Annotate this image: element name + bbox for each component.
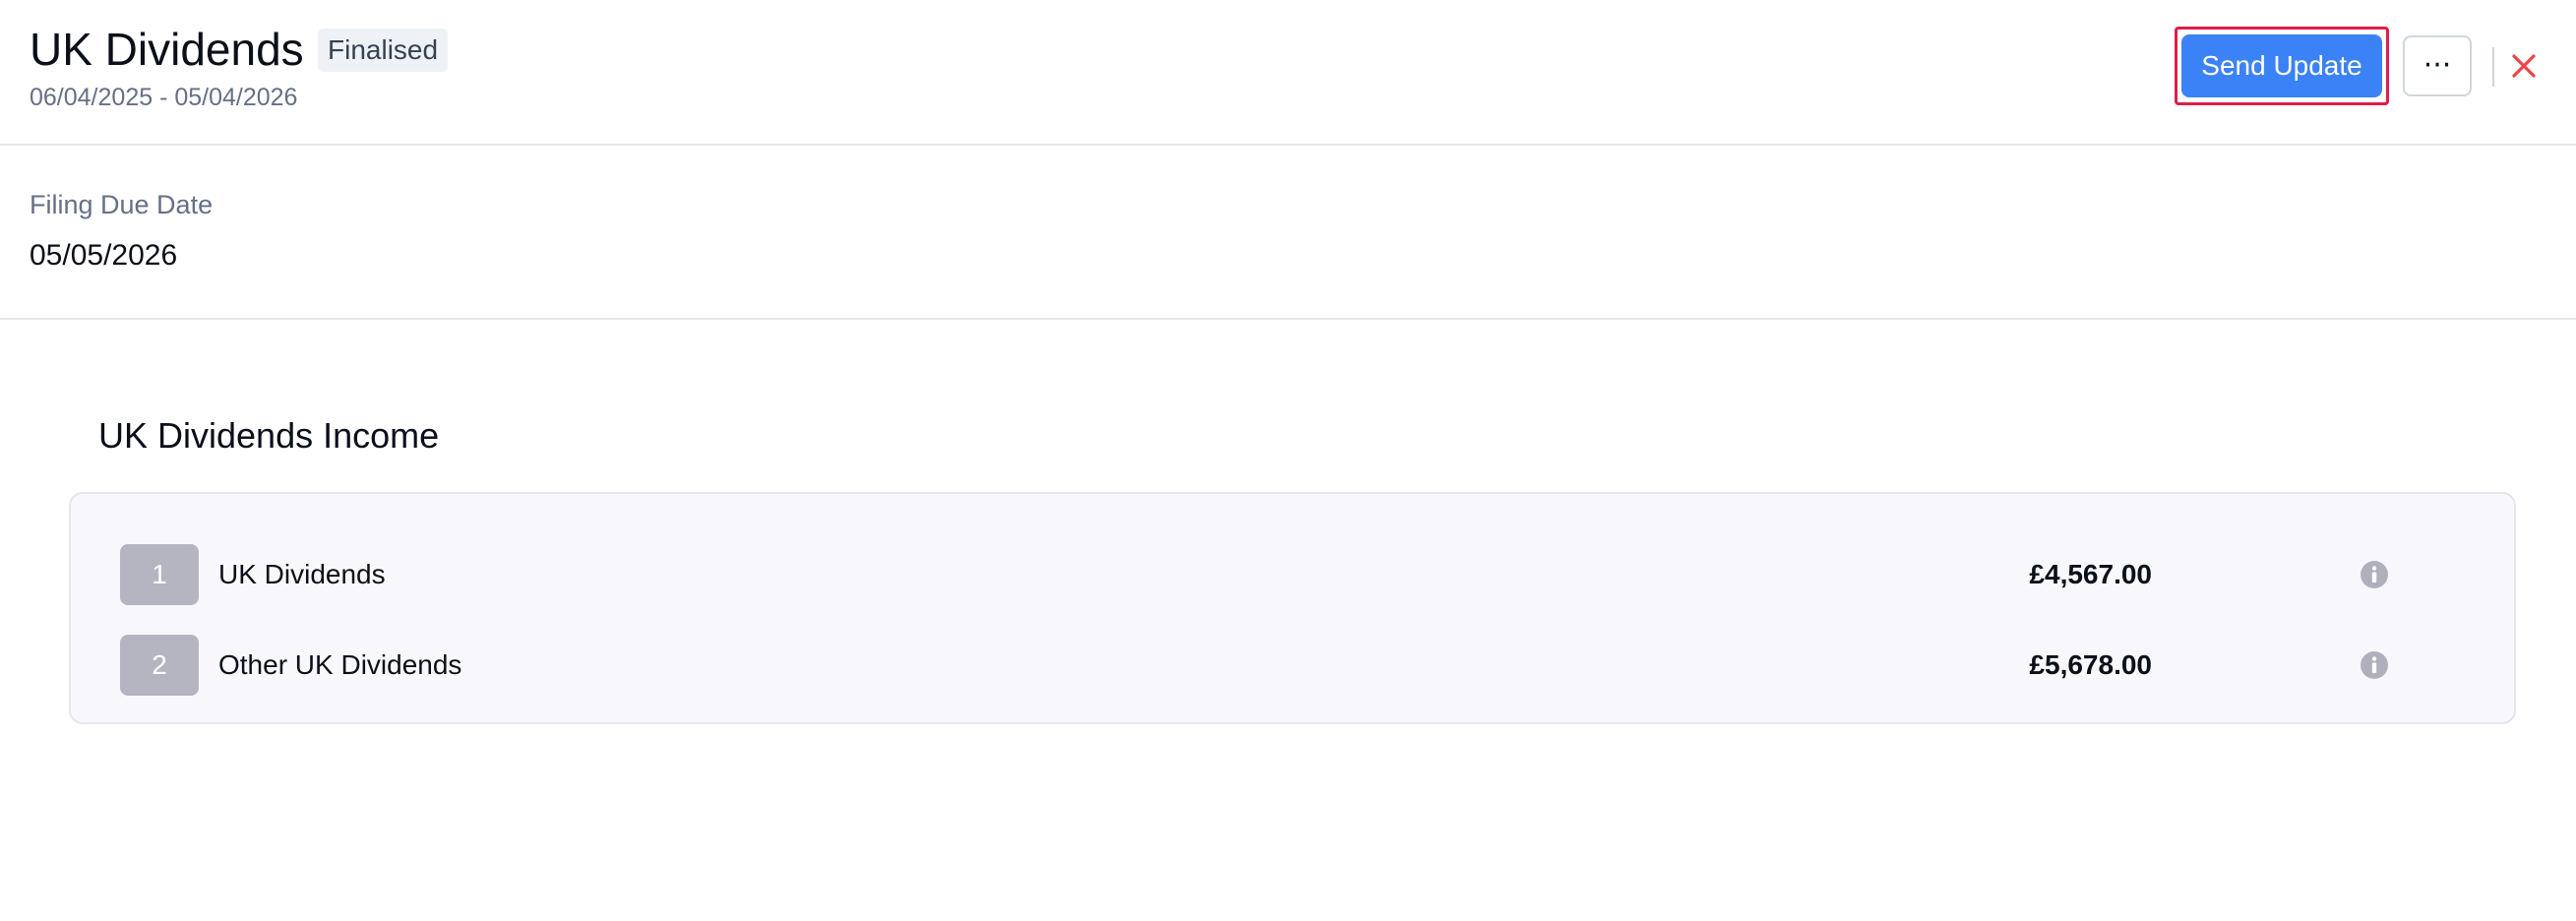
filing-due-date-value: 05/05/2026	[30, 239, 178, 272]
income-section-title: UK Dividends Income	[98, 415, 440, 456]
row-number-badge: 1	[120, 544, 199, 605]
info-icon[interactable]	[2360, 650, 2389, 680]
more-options-button[interactable]: ···	[2403, 35, 2472, 96]
row-number-badge: 2	[120, 635, 199, 696]
close-button[interactable]	[2507, 49, 2541, 83]
info-icon[interactable]	[2360, 560, 2389, 589]
row-label: Other UK Dividends	[218, 649, 462, 680]
income-row: 1 UK Dividends £4,567.00	[71, 544, 2514, 605]
filing-due-date-section: Filing Due Date 05/05/2026	[0, 146, 2576, 320]
filing-due-date-label: Filing Due Date	[30, 190, 214, 219]
row-label: UK Dividends	[218, 559, 386, 589]
close-icon	[2512, 54, 2536, 78]
header-divider	[2492, 47, 2494, 87]
page: UK Dividends Finalised 06/04/2025 - 05/0…	[0, 0, 2576, 921]
income-card: 1 UK Dividends £4,567.00 2 Other UK Divi…	[69, 492, 2516, 724]
send-update-highlight: Send Update	[2175, 27, 2389, 105]
status-badge: Finalised	[318, 29, 449, 72]
row-amount: £5,678.00	[2029, 649, 2152, 680]
send-update-button[interactable]: Send Update	[2181, 34, 2382, 97]
date-range: 06/04/2025 - 05/04/2026	[30, 84, 298, 111]
row-amount: £4,567.00	[2029, 559, 2152, 589]
page-title: UK Dividends	[30, 24, 304, 75]
income-row: 2 Other UK Dividends £5,678.00	[71, 635, 2514, 696]
more-horizontal-icon: ···	[2423, 48, 2452, 83]
header: UK Dividends Finalised 06/04/2025 - 05/0…	[0, 0, 2576, 146]
